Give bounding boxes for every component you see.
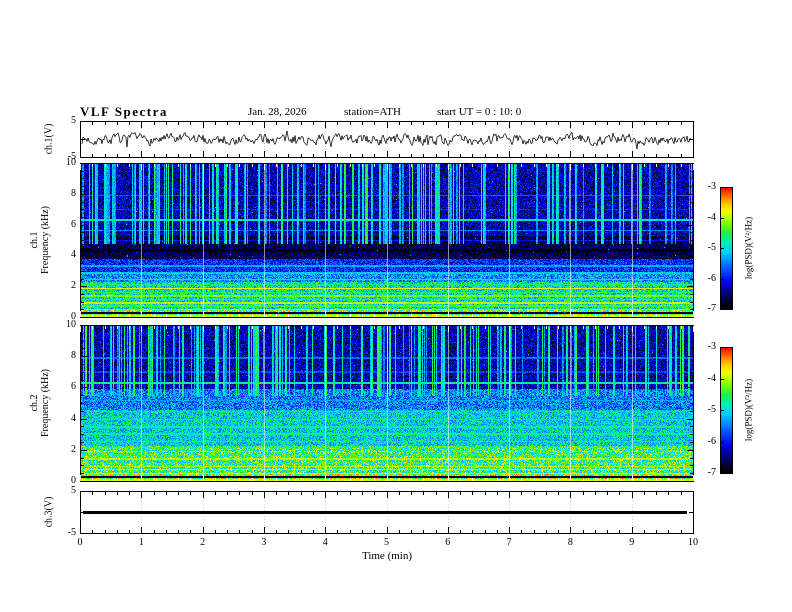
axis-label-channel-line: ch.1 [29, 231, 40, 249]
colorbar-tick-label: -5 [707, 242, 716, 253]
y-tick-label: 8 [71, 187, 76, 199]
y-tick-label: 6 [71, 218, 76, 230]
axis-label-frequency-line: Frequency (kHz) [40, 368, 51, 438]
x-tick-label: 10 [688, 537, 698, 548]
colorbar-tick-label: -4 [707, 211, 716, 223]
ch1-voltage-axis-label: ch.1(V) [43, 123, 55, 155]
x-tick-label: 1 [138, 537, 144, 548]
x-tick-label: 7 [506, 537, 512, 548]
ch2-spectrogram-canvas [80, 325, 694, 482]
colorbar-tick-label: -7 [707, 303, 716, 314]
x-tick-label: 0 [77, 537, 83, 548]
y-tick-label: 5 [71, 485, 76, 496]
colorbar-ch1-canvas [720, 187, 733, 310]
colorbar-tick-label: -6 [707, 272, 716, 284]
y-tick-label: 8 [71, 350, 76, 362]
ch3-voltage-axis-label: ch.3(V) [43, 496, 55, 528]
x-tick-label: 9 [629, 537, 635, 548]
colorbar-tick-label: -4 [707, 372, 716, 384]
colorbar-ch2-canvas [720, 347, 733, 474]
y-tick-label: 4 [71, 249, 76, 261]
colorbar-tick-label: -5 [707, 404, 716, 415]
y-tick-label: 4 [71, 412, 76, 424]
time-axis-label: Time (min) [361, 550, 413, 562]
ch3-waveform-canvas [80, 491, 694, 534]
vlf-spectra-figure: VLF Spectra Jan. 28, 2026 station=ATH st… [0, 0, 792, 612]
axis-label-channel-line: ch.2 [29, 394, 40, 412]
y-tick-label: -5 [67, 151, 76, 162]
header-date: Jan. 28, 2026 [248, 106, 307, 118]
figure-title: VLF Spectra [80, 104, 168, 119]
x-tick-label: 5 [384, 537, 389, 548]
y-tick-label: -5 [67, 527, 76, 538]
colorbar-ch1-unit-label: log(PSD)(V²/Hz) [743, 216, 754, 280]
header-start-ut: start UT = 0 : 10: 0 [437, 106, 522, 118]
header-station: station=ATH [344, 106, 401, 118]
y-tick-label: 6 [71, 381, 76, 393]
x-tick-label: 6 [445, 537, 451, 548]
x-tick-label: 8 [567, 537, 573, 548]
colorbar-tick-label: -7 [707, 467, 716, 478]
axis-label-frequency-line: Frequency (kHz) [40, 205, 51, 275]
x-tick-label: 3 [261, 537, 267, 548]
y-tick-label: 2 [71, 280, 76, 292]
y-tick-label: 10 [66, 319, 76, 330]
colorbar-tick-label: -6 [707, 435, 716, 447]
y-tick-label: 5 [71, 115, 76, 126]
ch1-frequency-axis-label: ch.1 Frequency (kHz) [29, 206, 51, 274]
colorbar-tick-label: -3 [707, 181, 716, 192]
colorbar-ch2-unit-label: log(PSD)(V²/Hz) [743, 378, 754, 442]
x-tick-label: 4 [322, 537, 328, 548]
colorbar-tick-label: -3 [707, 341, 716, 352]
x-tick-label: 2 [200, 537, 206, 548]
ch2-frequency-axis-label: ch.2 Frequency (kHz) [29, 369, 51, 437]
ch1-waveform-canvas [80, 121, 694, 158]
ch1-spectrogram-canvas [80, 163, 694, 318]
y-tick-label: 2 [71, 443, 76, 455]
